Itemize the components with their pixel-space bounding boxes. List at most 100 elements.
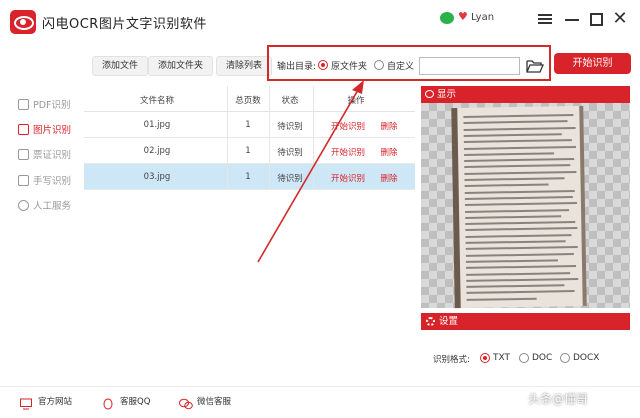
header-pages: 总页数 xyxy=(235,96,261,106)
column-divider xyxy=(313,86,314,190)
source-folder-radio[interactable] xyxy=(318,60,328,70)
document-text-line xyxy=(465,233,572,238)
document-text-line xyxy=(464,177,565,181)
sidebar-item-label: PDF识别 xyxy=(33,100,71,111)
custom-folder-label[interactable]: 自定义 xyxy=(387,59,414,72)
document-text-line xyxy=(464,189,575,194)
sidebar-item-handwriting[interactable]: 手写识别 xyxy=(18,172,71,188)
eye-icon xyxy=(425,90,434,98)
official-site-label: 官方网站 xyxy=(38,397,73,407)
sidebar-item-service[interactable]: 人工服务 xyxy=(18,197,71,213)
row-status: 待识别 xyxy=(277,174,303,184)
document-text-line xyxy=(463,120,568,125)
menu-icon[interactable] xyxy=(536,10,554,28)
sidebar-item-label: 图片识别 xyxy=(33,125,72,136)
row-start-link[interactable]: 开始识别 xyxy=(328,120,368,132)
document-text-line xyxy=(464,170,577,175)
maximize-icon[interactable] xyxy=(587,10,605,28)
folder-open-icon[interactable] xyxy=(526,58,544,73)
document-text-line xyxy=(466,277,579,282)
wechat-service-icon xyxy=(179,395,193,410)
service-qq-label: 客服QQ xyxy=(120,397,151,407)
sidebar-item-label: 人工服务 xyxy=(33,201,72,212)
document-text-line xyxy=(466,271,571,276)
output-path-input[interactable] xyxy=(419,57,520,75)
format-docx-label[interactable]: DOCX xyxy=(573,353,599,363)
document-image xyxy=(451,105,587,309)
add-folder-button[interactable]: 添加文件夹 xyxy=(148,56,214,76)
gear-icon xyxy=(426,317,435,326)
row-pages: 1 xyxy=(245,146,251,156)
add-file-button[interactable]: 添加文件 xyxy=(92,56,149,76)
user-name[interactable]: Lyan xyxy=(471,12,494,23)
preview-panel: 显示 xyxy=(421,86,630,309)
header-filename: 文件名称 xyxy=(139,96,174,106)
row-start-link[interactable]: 开始识别 xyxy=(328,146,368,158)
clear-list-button[interactable]: 清除列表 xyxy=(216,56,273,76)
document-text-line xyxy=(463,126,576,131)
document-text-line xyxy=(464,158,575,163)
row-delete-link[interactable]: 删除 xyxy=(378,146,400,158)
sidebar-item-label: 票证识别 xyxy=(33,150,72,161)
document-text-line xyxy=(463,145,576,150)
settings-panel: 设置 识别格式: TXT DOC DOCX xyxy=(421,313,630,381)
document-text-line xyxy=(465,252,574,257)
document-text-line xyxy=(465,240,566,244)
heart-icon: ♥ xyxy=(458,10,468,23)
row-delete-link[interactable]: 删除 xyxy=(378,120,400,132)
format-docx-radio[interactable] xyxy=(560,353,570,363)
format-doc-radio[interactable] xyxy=(519,353,529,363)
format-doc-label[interactable]: DOC xyxy=(532,353,552,363)
document-text-line xyxy=(464,183,549,188)
format-txt-radio[interactable] xyxy=(480,353,490,363)
row-delete-link[interactable]: 删除 xyxy=(378,172,400,184)
sidebar-item-image[interactable]: 图片识别 xyxy=(18,121,71,137)
document-text-line xyxy=(466,265,577,270)
document-text-line xyxy=(464,202,577,207)
source-folder-label[interactable]: 原文件夹 xyxy=(331,59,367,72)
document-text-line xyxy=(466,290,575,295)
service-wechat-label: 微信客服 xyxy=(197,397,232,407)
row-status: 待识别 xyxy=(277,148,303,158)
document-text-line xyxy=(465,208,570,213)
header-status: 状态 xyxy=(281,96,299,106)
service-qq-link[interactable]: 客服QQ xyxy=(102,395,151,410)
row-pages: 1 xyxy=(245,120,251,130)
document-text-line xyxy=(466,284,565,289)
column-divider xyxy=(227,86,228,190)
service-wechat-link[interactable]: 微信客服 xyxy=(179,395,232,410)
monitor-icon xyxy=(20,395,32,410)
minimize-icon[interactable] xyxy=(563,10,581,28)
row-filename: 03.jpg xyxy=(143,172,171,182)
wechat-icon xyxy=(440,12,454,24)
app-title: 闪电OCR图片文字识别软件 xyxy=(42,17,207,32)
close-icon[interactable]: ✕ xyxy=(611,10,629,28)
sidebar-item-card[interactable]: 票证识别 xyxy=(18,146,71,162)
format-txt-label[interactable]: TXT xyxy=(493,353,510,363)
sidebar-item-pdf[interactable]: PDF识别 xyxy=(18,96,71,112)
row-start-link[interactable]: 开始识别 xyxy=(328,172,368,184)
card-icon xyxy=(18,148,29,160)
header-actions: 操作 xyxy=(347,96,365,106)
qq-icon xyxy=(102,395,114,410)
format-label: 识别格式: xyxy=(433,355,470,365)
document-text-line xyxy=(465,227,578,232)
sidebar-item-label: 手写识别 xyxy=(33,176,72,187)
document-text-line xyxy=(463,133,562,137)
app-window: 闪电OCR图片文字识别软件 ♥ Lyan ✕ 添加文件 添加文件夹 清除列表 输… xyxy=(0,0,640,418)
start-recognition-button[interactable]: 开始识别 xyxy=(554,53,631,74)
title-bar: 闪电OCR图片文字识别软件 ♥ Lyan ✕ xyxy=(0,0,640,40)
row-pages: 1 xyxy=(245,172,251,182)
document-text-line xyxy=(465,215,562,219)
custom-folder-radio[interactable] xyxy=(374,60,384,70)
preview-canvas[interactable] xyxy=(421,103,630,309)
document-text-line xyxy=(463,139,572,144)
image-icon xyxy=(18,123,29,135)
table-row[interactable]: 02.jpg 1 待识别 开始识别 删除 xyxy=(84,138,415,164)
official-site-link[interactable]: 官方网站 xyxy=(20,395,73,410)
table-row-selected[interactable]: 03.jpg 1 待识别 开始识别 删除 xyxy=(84,164,415,190)
watermark: 头条@懂哥 xyxy=(528,392,589,406)
table-row[interactable]: 01.jpg 1 待识别 开始识别 删除 xyxy=(84,112,415,138)
row-status: 待识别 xyxy=(277,122,303,132)
preview-header: 显示 xyxy=(421,86,630,103)
